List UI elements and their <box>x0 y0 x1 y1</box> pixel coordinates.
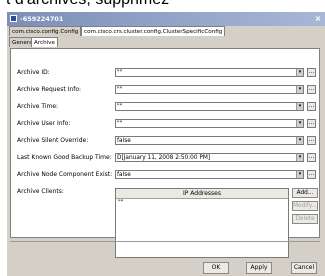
tab-config[interactable]: com.cisco.config.Config <box>9 26 82 36</box>
archive-user-info-input[interactable]: "" ▾ <box>115 119 304 128</box>
app-icon <box>10 15 17 22</box>
last-known-good-backup-time-input[interactable]: D[January 11, 2008 2:50:00 PM] ▾ <box>115 153 304 162</box>
field-archive-silent-override: Archive Silent Override: false ▾ ... <box>11 136 321 146</box>
title-bar: -659224701 × <box>7 12 325 26</box>
divider <box>10 241 320 242</box>
window-title: -659224701 <box>20 15 64 23</box>
add-button[interactable]: Add... <box>292 188 318 198</box>
dropdown-icon[interactable]: ▾ <box>296 137 303 144</box>
table-row[interactable]: "" <box>118 199 124 206</box>
archive-request-info-input[interactable]: "" ▾ <box>115 85 304 94</box>
dropdown-icon[interactable]: ▾ <box>296 154 303 161</box>
edit-ellipsis-button[interactable]: ... <box>307 136 316 145</box>
archive-time-input[interactable]: "" ▾ <box>115 102 304 111</box>
archive-node-component-exist-select[interactable]: false ▾ <box>115 170 304 179</box>
dropdown-icon[interactable]: ▾ <box>296 69 303 76</box>
dropdown-icon[interactable]: ▾ <box>296 103 303 110</box>
dropdown-icon[interactable]: ▾ <box>296 86 303 93</box>
table-column-header[interactable]: IP Addresses <box>116 189 288 199</box>
field-label: Archive ID: <box>17 69 50 76</box>
field-label: Last Known Good Backup Time: <box>17 154 112 161</box>
field-archive-node-component-exist: Archive Node Component Exist: false ▾ ... <box>11 170 321 180</box>
delete-button[interactable]: Delete <box>292 214 318 224</box>
field-archive-time: Archive Time: "" ▾ ... <box>11 102 321 112</box>
config-dialog: -659224701 × com.cisco.config.Config com… <box>6 12 325 276</box>
edit-ellipsis-button[interactable]: ... <box>307 153 316 162</box>
field-last-known-good-backup-time: Last Known Good Backup Time: D[January 1… <box>11 153 321 163</box>
archive-panel: Archive ID: "" ▾ ... Archive Request Info… <box>10 48 321 258</box>
modify-button[interactable]: Modify... <box>292 201 318 211</box>
ip-addresses-table[interactable]: IP Addresses "" <box>115 188 289 258</box>
class-tab-row: com.cisco.config.Config com.cisco.crs.cl… <box>7 26 325 37</box>
field-label: Archive Node Component Exist: <box>17 171 113 178</box>
section-tab-row: General Archive <box>7 37 325 48</box>
edit-ellipsis-button[interactable]: ... <box>307 102 316 111</box>
close-icon[interactable]: × <box>313 14 323 24</box>
dropdown-icon[interactable]: ▾ <box>296 120 303 127</box>
tab-cluster-specific-config[interactable]: com.cisco.crs.cluster.config.ClusterSpec… <box>81 26 226 36</box>
edit-ellipsis-button[interactable]: ... <box>307 85 316 94</box>
field-archive-request-info: Archive Request Info: "" ▾ ... <box>11 85 321 95</box>
field-label: Archive User Info: <box>17 120 71 127</box>
tab-archive[interactable]: Archive <box>31 37 58 47</box>
edit-ellipsis-button[interactable]: ... <box>307 170 316 179</box>
cancel-button[interactable]: Cancel <box>291 262 317 274</box>
archive-clients-label: Archive Clients: <box>17 188 64 195</box>
edit-ellipsis-button[interactable]: ... <box>307 68 316 77</box>
dropdown-icon[interactable]: ▾ <box>296 171 303 178</box>
edit-ellipsis-button[interactable]: ... <box>307 119 316 128</box>
archive-silent-override-select[interactable]: false ▾ <box>115 136 304 145</box>
archive-id-input[interactable]: "" ▾ <box>115 68 304 77</box>
background-caption-text: t d'archives, supprimez <box>6 0 325 9</box>
ok-button[interactable]: OK <box>203 262 229 274</box>
field-archive-user-info: Archive User Info: "" ▾ ... <box>11 119 321 129</box>
field-label: Archive Request Info: <box>17 86 82 93</box>
field-label: Archive Time: <box>17 103 59 110</box>
field-label: Archive Silent Override: <box>17 137 89 144</box>
apply-button[interactable]: Apply <box>246 262 272 274</box>
field-archive-id: Archive ID: "" ▾ ... <box>11 68 321 78</box>
